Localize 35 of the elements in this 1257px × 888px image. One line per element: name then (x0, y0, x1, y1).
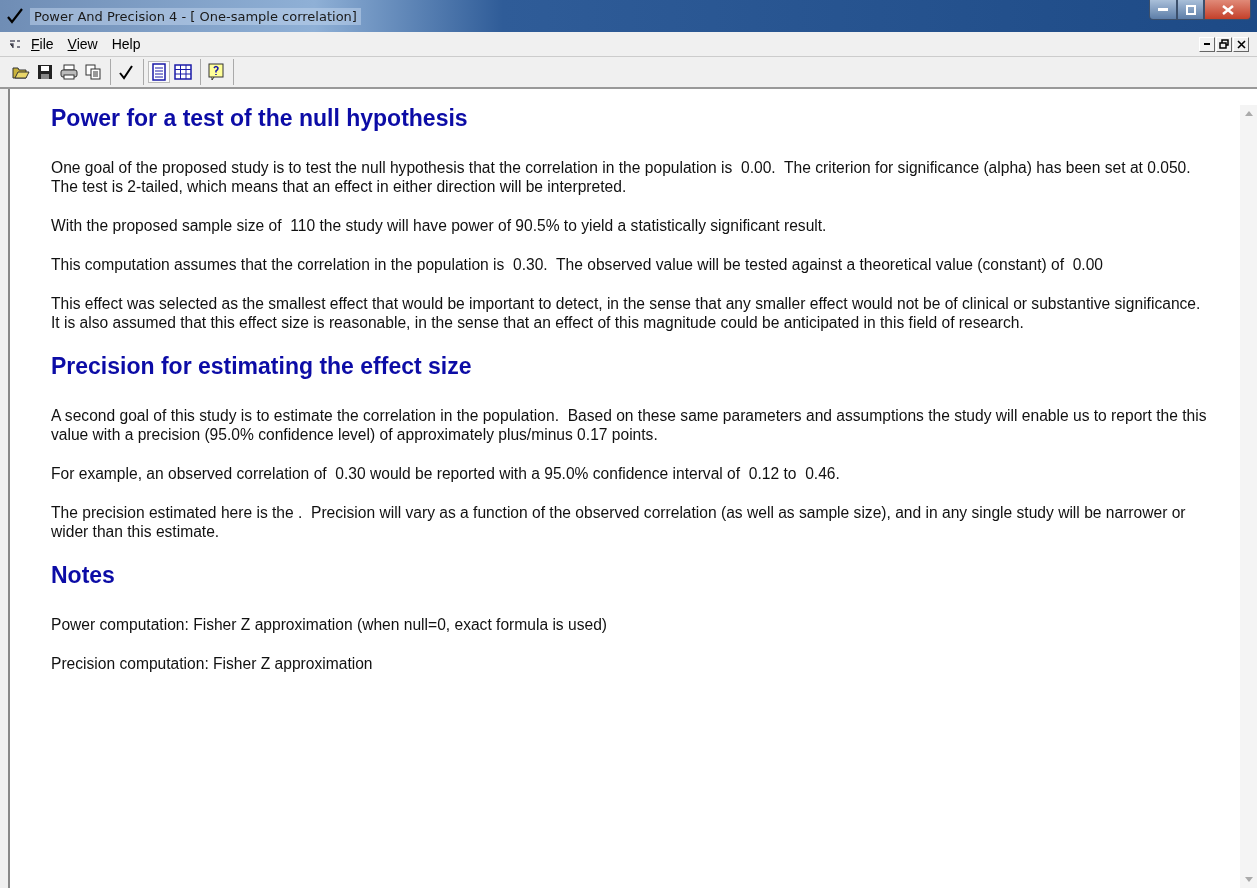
maximize-button[interactable] (1177, 0, 1204, 20)
close-button[interactable] (1204, 0, 1251, 20)
section-heading: Power for a test of the null hypothesis (51, 104, 469, 132)
minimize-icon (1203, 42, 1211, 46)
paragraph: This effect was selected as the smallest effect that would be important to detect, in the sense that any smaller effect would not be of clinical or substantive significance. It is also assumed that this effect size is reasonable, in the sense that an effect of this magnitude could be anticipated in this field of research. (51, 294, 1202, 332)
maximize-icon (1185, 4, 1196, 15)
help-button[interactable] (205, 61, 227, 83)
section-heading: Notes (51, 561, 116, 589)
paragraph: One goal of the proposed study is to test the null hypothesis that the correlation in the population is 0.00. The criterion for significance (alpha) has been set at 0.050. The test is 2-tailed, which means that an effect in either direction will be interpreted. (51, 158, 1192, 196)
close-icon (1221, 4, 1234, 15)
paragraph: Precision computation: Fisher Z approximation (51, 654, 374, 673)
section-heading: Precision for estimating the effect size (51, 352, 473, 380)
paragraph: The precision estimated here is the . Precision will vary as a function of the observed correlation (as well as sample size), and in any single study will be narrower or wider than this estimate. (51, 503, 1187, 541)
minimize-button[interactable] (1149, 0, 1177, 20)
menu-item[interactable]: View (62, 36, 103, 52)
print-button[interactable] (58, 61, 80, 83)
menu-item[interactable]: File (26, 36, 59, 52)
report-view-button[interactable] (148, 61, 170, 83)
checkmark-icon (6, 8, 24, 24)
table-view-button[interactable] (172, 61, 194, 83)
close-icon (1236, 39, 1246, 49)
paragraph: A second goal of this study is to estimate the correlation in the population. Based on these same parameters and assumptions the study will enable us to report the this value with a precision (95.0% confidence level) of approximately plus/minus 0.17 points. (51, 406, 1208, 444)
paragraph: This computation assumes that the correlation in the population is 0.30. The observed value will be tested against a theoretical value (constant) of 0.00 (51, 255, 1105, 274)
app-menu-icon[interactable] (8, 38, 22, 50)
minimize-icon (1158, 7, 1168, 12)
paragraph: With the proposed sample size of 110 the study will have power of 90.5% to yield a statistically significant result. (51, 216, 828, 235)
restore-button[interactable] (1216, 36, 1232, 52)
down-arrow-icon (1244, 877, 1253, 882)
paragraph: For example, an observed correlation of 0.30 would be reported with a 95.0% confidence interval of 0.12 to 0.46. (51, 464, 841, 483)
copy-button[interactable] (82, 61, 104, 83)
paragraph: Power computation: Fisher Z approximation (when null=0, exact formula is used) (51, 615, 608, 634)
menu-item[interactable]: Help (106, 36, 146, 52)
up-arrow-icon (1244, 111, 1253, 116)
restore-icon (1219, 39, 1229, 49)
window-title: Power And Precision 4 - [ One-sample correlation] (30, 7, 361, 25)
